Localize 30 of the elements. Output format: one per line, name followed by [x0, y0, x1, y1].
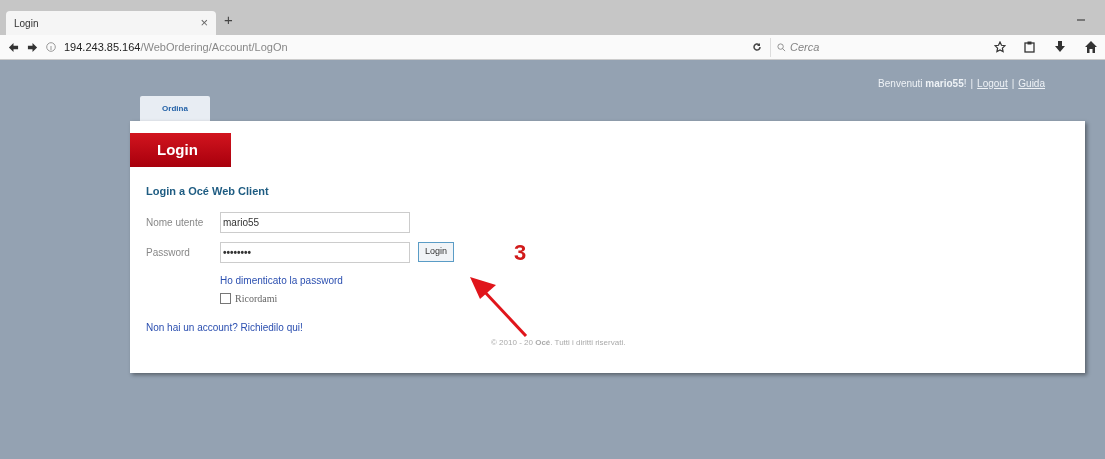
welcome-text: Benvenuti mario55!: [878, 77, 967, 91]
annotation-arrow: [468, 275, 528, 337]
separator-text: |: [970, 77, 974, 91]
search-field[interactable]: Cerca: [790, 38, 950, 56]
back-arrow-icon[interactable]: [8, 41, 19, 53]
request-account-link[interactable]: Non hai un account? Richiedilo qui!: [146, 319, 1085, 335]
nav-tab[interactable]: Ordina: [140, 96, 210, 121]
username-field[interactable]: mario55: [220, 211, 410, 233]
clipboard-icon[interactable]: [1024, 41, 1035, 53]
home-icon[interactable]: [1085, 41, 1097, 53]
forward-arrow-icon[interactable]: [27, 41, 38, 53]
new-tab-button[interactable]: +: [224, 8, 233, 31]
separator-text: |: [1011, 77, 1015, 91]
login-heading: Login a Océ Web Client: [146, 184, 270, 199]
password-field[interactable]: ••••••••: [220, 241, 410, 263]
download-icon[interactable]: [1055, 41, 1065, 53]
forgot-password-link[interactable]: Ho dimenticato la password: [220, 272, 1085, 288]
field-label: Nome utente: [146, 215, 205, 230]
login-banner: Login: [130, 133, 231, 167]
field-label: Password: [146, 245, 191, 260]
close-tab-button[interactable]: ×: [200, 13, 208, 33]
login-button[interactable]: Login: [418, 242, 455, 262]
annotation-number: 3: [514, 238, 527, 267]
remember-label: Ricordami: [235, 291, 278, 306]
star-icon[interactable]: [994, 41, 1006, 53]
address-bar[interactable]: 194.243.85.164/WebOrdering/Account/LogOn: [64, 38, 624, 56]
browser-tab[interactable]: Login ×: [6, 11, 216, 35]
reload-icon[interactable]: [752, 42, 762, 52]
remember-checkbox[interactable]: [220, 292, 231, 304]
search-icon: [777, 42, 786, 52]
